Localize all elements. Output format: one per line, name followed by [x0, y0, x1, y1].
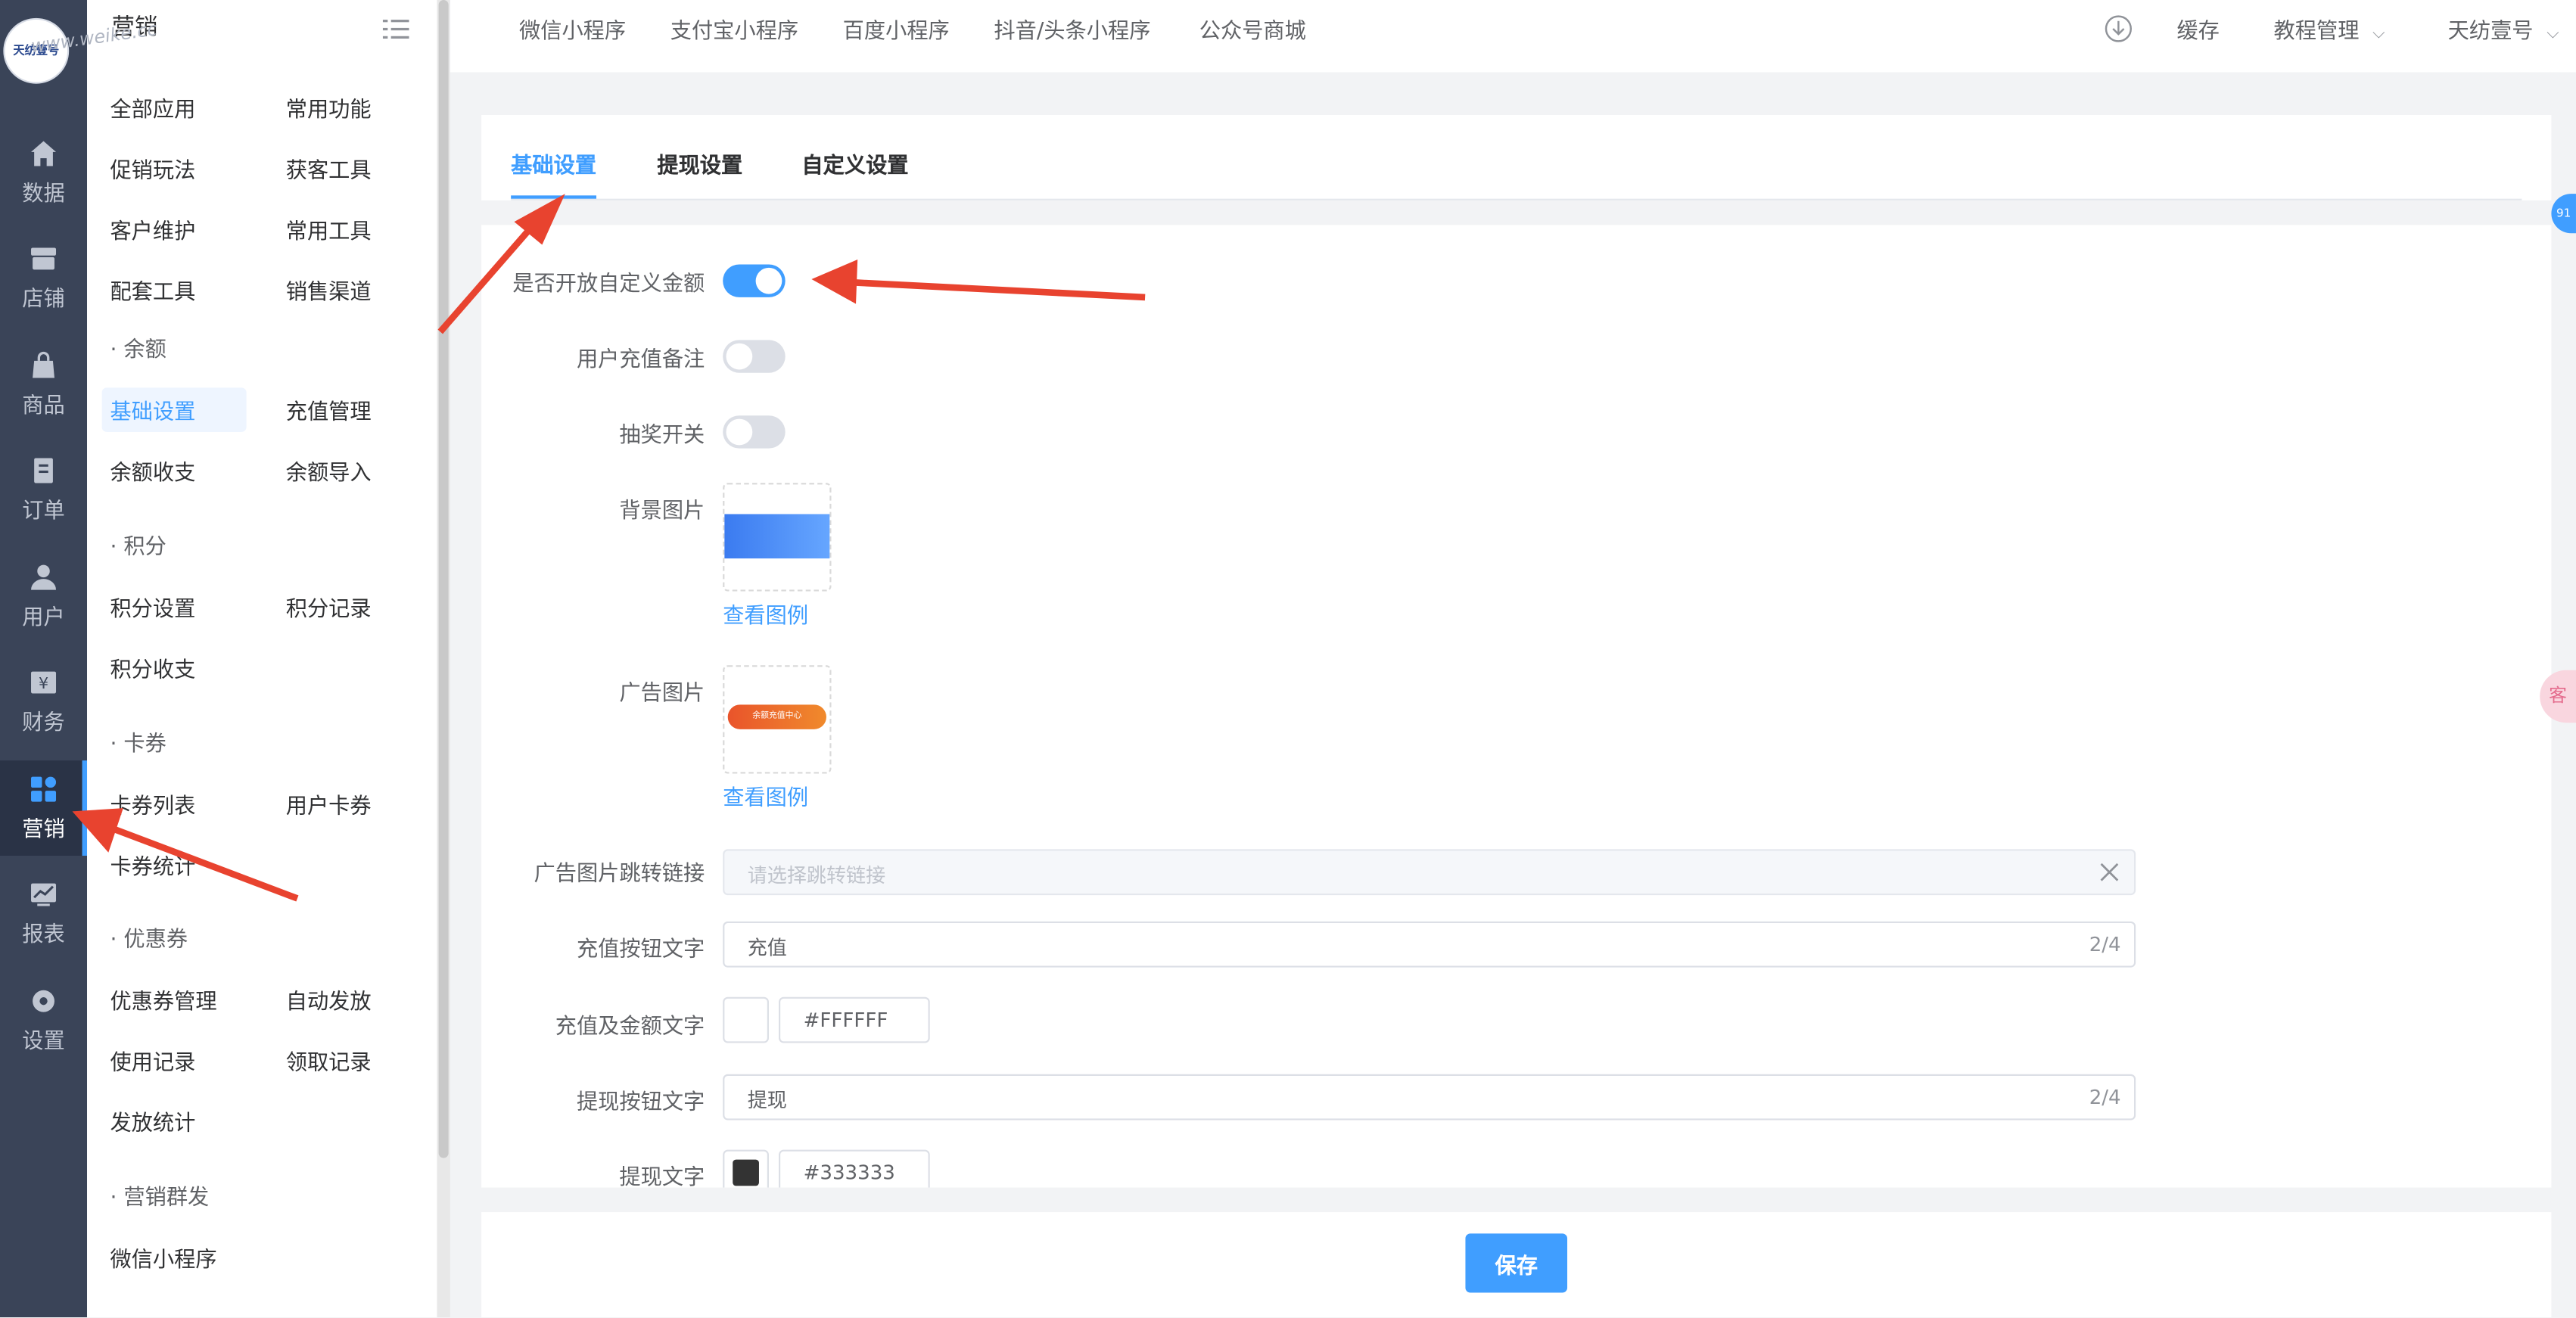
- arrow-to-marketing: [72, 808, 299, 902]
- arrow-to-tab: [437, 194, 565, 334]
- annotation-arrows: [72, 194, 1146, 902]
- app-root: 天纺壹号 数据 店铺 商品 订单 用户 ¥ 财务 营销 报表 设置 营销 www…: [0, 0, 2576, 1318]
- arrow-to-switch: [811, 260, 1146, 304]
